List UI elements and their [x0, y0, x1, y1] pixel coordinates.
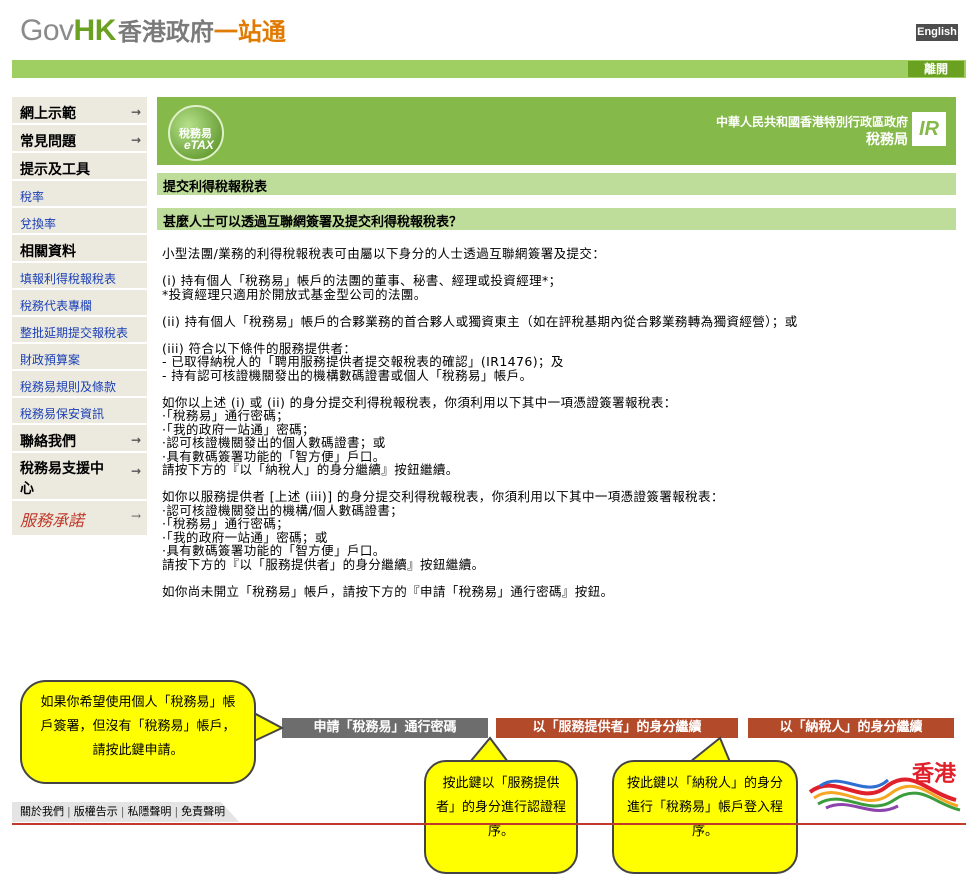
- divider: |: [174, 805, 179, 818]
- footer-link-disclaimer[interactable]: 免責聲明: [181, 805, 225, 818]
- callout-tail: [251, 710, 285, 744]
- brand-hong-kong-text: 香港: [912, 762, 957, 787]
- footer-divider: [12, 823, 966, 825]
- footer-links: 關於我們 | 版權告示 | 私隱聲明 | 免責聲明: [12, 802, 240, 822]
- callout-tail: [467, 736, 510, 763]
- divider: |: [120, 805, 125, 818]
- apply-callout: 如果你希望使用個人「稅務易」帳戶簽署，但沒有「稅務易」帳戶，請按此鍵申請。: [20, 680, 256, 784]
- service-provider-callout: 按此鍵以「服務提供者」的身分進行認證程序。: [424, 760, 578, 874]
- divider: |: [67, 805, 71, 818]
- footer-link-about[interactable]: 關於我們: [20, 805, 64, 818]
- footer-link-copyright[interactable]: 版權告示: [74, 805, 118, 818]
- callout-tail: [687, 736, 732, 763]
- taxpayer-callout: 按此鍵以「納稅人」的身分進行「稅務易」帳戶登入程序。: [612, 760, 798, 874]
- footer-link-privacy[interactable]: 私隱聲明: [127, 805, 171, 818]
